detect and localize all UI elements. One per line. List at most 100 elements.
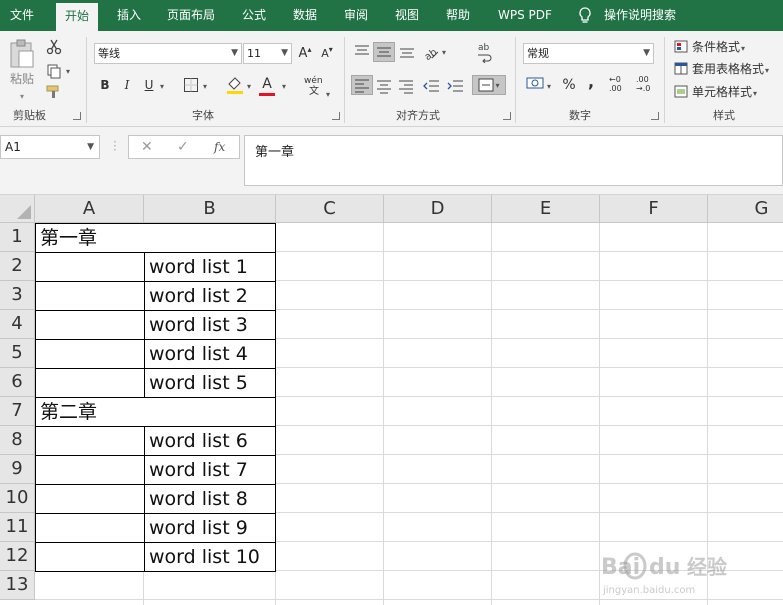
cell-a1-chapter-1[interactable]: 第一章 xyxy=(35,223,276,253)
wrap-text-icon[interactable]: ab xyxy=(476,41,494,63)
clipboard-launcher-icon[interactable] xyxy=(73,112,81,120)
row-header[interactable]: 12 xyxy=(0,542,35,571)
cell-b8[interactable]: word list 6 xyxy=(144,426,276,456)
cell-a3[interactable] xyxy=(35,281,145,311)
tab-view[interactable]: 视图 xyxy=(395,0,419,31)
row-header[interactable]: 7 xyxy=(0,397,35,426)
row-header[interactable]: 11 xyxy=(0,513,35,542)
cell-styles-button[interactable]: 单元格样式▾ xyxy=(692,84,757,102)
decrease-decimal-icon[interactable]: .00 →.0 xyxy=(636,75,650,93)
name-box[interactable]: A1 ▼ xyxy=(0,135,100,159)
italic-button[interactable]: I xyxy=(116,75,138,95)
format-as-table-button[interactable]: 套用表格格式▾ xyxy=(692,61,769,79)
cell-b10[interactable]: word list 8 xyxy=(144,484,276,514)
merge-center-button[interactable]: ▾ xyxy=(472,75,506,95)
cell-b9[interactable]: word list 7 xyxy=(144,455,276,485)
row-header[interactable]: 1 xyxy=(0,223,35,252)
cell-styles-icon[interactable] xyxy=(674,85,688,98)
row-header[interactable]: 8 xyxy=(0,426,35,455)
cell-a10[interactable] xyxy=(35,484,145,514)
tab-page-layout[interactable]: 页面布局 xyxy=(167,0,215,31)
top-align-icon[interactable] xyxy=(353,43,371,61)
orientation-icon[interactable]: ab xyxy=(422,43,440,61)
cell-a12[interactable] xyxy=(35,542,145,572)
cell-a5[interactable] xyxy=(35,339,145,369)
cell-b12[interactable]: word list 10 xyxy=(144,542,276,572)
tab-home[interactable]: 开始 xyxy=(56,3,99,31)
cell-a8[interactable] xyxy=(35,426,145,456)
number-format-combo[interactable]: 常规 ▼ xyxy=(523,43,654,64)
cell-a6[interactable] xyxy=(35,368,145,398)
conditional-format-icon[interactable] xyxy=(674,40,688,53)
select-all-button[interactable] xyxy=(0,195,35,223)
paste-icon[interactable] xyxy=(9,39,35,69)
bold-button[interactable]: B xyxy=(94,75,116,95)
row-header[interactable]: 4 xyxy=(0,310,35,339)
paste-dropdown-icon[interactable]: ▾ xyxy=(20,89,24,105)
row-header[interactable]: 10 xyxy=(0,484,35,513)
align-right-icon[interactable] xyxy=(398,78,414,94)
cell-b11[interactable]: word list 9 xyxy=(144,513,276,543)
underline-dropdown-icon[interactable]: ▾ xyxy=(160,79,164,95)
tab-review[interactable]: 审阅 xyxy=(344,0,368,31)
cell-a4[interactable] xyxy=(35,310,145,340)
cell-a9[interactable] xyxy=(35,455,145,485)
enter-icon[interactable]: ✓ xyxy=(177,136,189,158)
cell-b6[interactable]: word list 5 xyxy=(144,368,276,398)
cell-b3[interactable]: word list 2 xyxy=(144,281,276,311)
tab-help[interactable]: 帮助 xyxy=(446,0,470,31)
font-size-combo[interactable]: 11 ▼ xyxy=(243,43,292,64)
phonetic-dropdown-icon[interactable]: ▾ xyxy=(326,87,330,103)
align-center-icon[interactable] xyxy=(376,78,392,94)
cell-b5[interactable]: word list 4 xyxy=(144,339,276,369)
bottom-align-icon[interactable] xyxy=(398,43,416,61)
increase-indent-icon[interactable] xyxy=(446,78,464,94)
tab-wps-pdf[interactable]: WPS PDF xyxy=(498,0,552,31)
fill-color-icon[interactable] xyxy=(225,75,245,95)
font-launcher-icon[interactable] xyxy=(332,112,340,120)
accounting-format-icon[interactable] xyxy=(526,76,544,92)
increase-decimal-icon[interactable]: ←0.00 xyxy=(609,75,622,93)
tab-file[interactable]: 文件 xyxy=(10,0,34,31)
cell-b2[interactable]: word list 1 xyxy=(144,252,276,282)
row-header[interactable]: 2 xyxy=(0,252,35,281)
format-painter-icon[interactable] xyxy=(46,85,62,99)
accounting-dropdown-icon[interactable]: ▾ xyxy=(547,79,551,95)
column-header-e[interactable]: E xyxy=(492,195,600,223)
row-header[interactable]: 6 xyxy=(0,368,35,397)
column-header-b[interactable]: B xyxy=(144,195,276,223)
cut-icon[interactable] xyxy=(46,39,62,55)
format-as-table-icon[interactable] xyxy=(674,62,688,75)
percent-style-button[interactable]: % xyxy=(558,75,580,95)
cell-a2[interactable] xyxy=(35,252,145,282)
fill-color-dropdown-icon[interactable]: ▾ xyxy=(247,79,251,95)
column-header-c[interactable]: C xyxy=(276,195,384,223)
column-header-f[interactable]: F xyxy=(600,195,708,223)
row-header[interactable]: 13 xyxy=(0,571,35,600)
cell-b4[interactable]: word list 3 xyxy=(144,310,276,340)
decrease-indent-icon[interactable] xyxy=(422,78,440,94)
insert-function-icon[interactable]: fx xyxy=(214,136,225,158)
drag-handle-icon[interactable]: · · · xyxy=(113,136,117,156)
paste-button-label[interactable]: 粘贴 xyxy=(10,71,34,87)
orientation-dropdown-icon[interactable]: ▾ xyxy=(442,45,446,61)
formula-input[interactable]: 第一章 xyxy=(244,135,783,186)
tab-data[interactable]: 数据 xyxy=(293,0,317,31)
alignment-launcher-icon[interactable] xyxy=(503,112,511,120)
tell-me-search[interactable]: 操作说明搜索 xyxy=(604,0,676,31)
font-color-icon[interactable]: A xyxy=(256,74,278,94)
column-header-d[interactable]: D xyxy=(384,195,492,223)
row-header[interactable]: 9 xyxy=(0,455,35,484)
tab-insert[interactable]: 插入 xyxy=(117,0,141,31)
conditional-format-button[interactable]: 条件格式▾ xyxy=(692,39,745,57)
font-name-combo[interactable]: 等线 ▼ xyxy=(94,43,242,64)
comma-style-button[interactable]: , xyxy=(580,71,602,91)
tab-formulas[interactable]: 公式 xyxy=(242,0,266,31)
borders-dropdown-icon[interactable]: ▾ xyxy=(203,79,207,95)
number-launcher-icon[interactable] xyxy=(651,112,659,120)
column-header-g[interactable]: G xyxy=(708,195,783,223)
decrease-font-size-button[interactable]: A ▾ xyxy=(316,43,338,63)
column-header-a[interactable]: A xyxy=(35,195,144,223)
increase-font-size-button[interactable]: A ▴ xyxy=(294,43,316,63)
borders-icon[interactable] xyxy=(183,77,199,93)
